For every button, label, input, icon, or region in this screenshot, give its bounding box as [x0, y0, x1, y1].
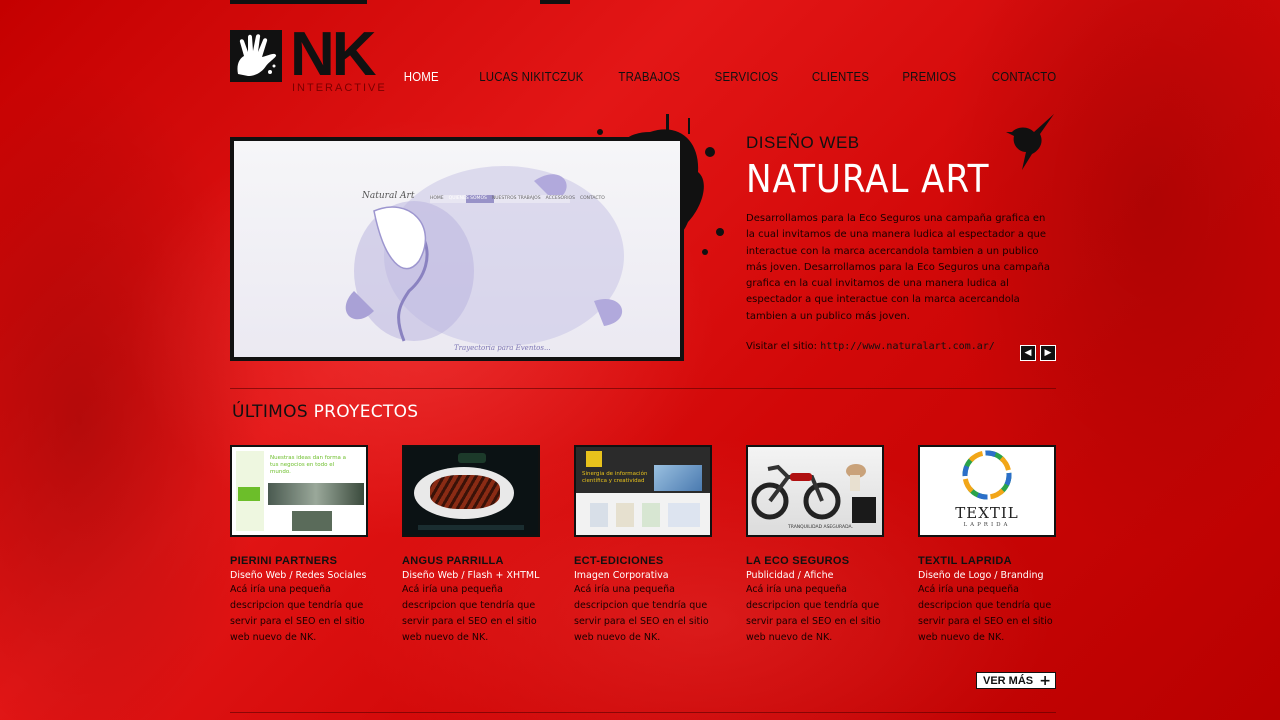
projects-grid: Nuestras ideas dan forma a tus negocios …: [230, 445, 1056, 646]
project-card: ANGUS PARRILLA Diseño Web / Flash + XHTM…: [402, 445, 540, 646]
pierini-thumb: Nuestras ideas dan forma a tus negocios …: [232, 447, 366, 535]
heading-part-b: PROYECTOS: [307, 402, 419, 422]
project-card: TRANQUILIDAD ASEGURADA. LA ECO SEGUROS P…: [746, 445, 884, 646]
see-more-label: VER MÁS: [983, 674, 1034, 687]
project-thumbnail[interactable]: [402, 445, 540, 537]
ect-thumb: Sinergia de información científica y cre…: [576, 447, 710, 535]
project-card: Sinergia de información científica y cre…: [574, 445, 712, 646]
logo[interactable]: NK INTERACTIVE: [230, 24, 385, 96]
project-name[interactable]: LA ECO SEGUROS: [746, 555, 884, 567]
plus-icon: +: [1039, 672, 1051, 689]
thumb-slogan: TRANQUILIDAD ASEGURADA.: [788, 525, 853, 530]
heading-part-a: ÚLTIMOS: [232, 402, 308, 422]
thumb-card: [642, 503, 660, 527]
preview-footer-text: Trayectoria para Eventos...: [454, 344, 551, 352]
preview-menu-item: QUIENES SOMOS: [448, 196, 487, 201]
project-thumbnail[interactable]: TEXTIL LAPRIDA: [918, 445, 1056, 537]
nav-clientes[interactable]: CLIENTES: [812, 69, 869, 84]
thumb-photo: [292, 511, 332, 531]
textil-logo-main: TEXTIL: [955, 504, 1019, 522]
thumb-nav: [418, 525, 524, 530]
angus-thumb: [404, 447, 538, 535]
thumb-books: [654, 465, 702, 491]
see-more-button[interactable]: VER MÁS +: [976, 672, 1056, 689]
thumb-tagline: Nuestras ideas dan forma a tus negocios …: [270, 455, 347, 475]
textil-logo-sub: LAPRIDA: [963, 522, 1011, 528]
natural-art-preview: Natural Art HOME QUIENES SOMOS NUESTROS …: [234, 141, 680, 357]
preview-menu: HOME QUIENES SOMOS NUESTROS TRABAJOS ACC…: [430, 196, 605, 201]
project-card: Nuestras ideas dan forma a tus negocios …: [230, 445, 368, 646]
nav-contacto[interactable]: CONTACTO: [991, 69, 1056, 84]
project-category: Diseño Web / Redes Sociales: [230, 570, 367, 581]
featured-details: DISEÑO WEB NATURAL ART Desarrollamos par…: [746, 133, 1056, 352]
featured-image[interactable]: Natural Art HOME QUIENES SOMOS NUESTROS …: [230, 137, 684, 361]
thumb-card: [590, 503, 608, 527]
project-thumbnail[interactable]: TRANQUILIDAD ASEGURADA.: [746, 445, 884, 537]
project-category: Diseño Web / Flash + XHTML: [402, 570, 540, 581]
thumb-photo-strip: [268, 483, 364, 505]
project-description: Acá iría una pequeña descripcion que ten…: [402, 584, 537, 643]
project-description: Acá iría una pequeña descripcion que ten…: [574, 584, 709, 643]
project-name[interactable]: ECT-EDICIONES: [574, 555, 712, 567]
main-nav: HOME LUCAS NIKITCZUK TRABAJOS SERVICIOS …: [373, 69, 1056, 84]
slider-controls: ◀ ▶: [1020, 345, 1056, 361]
next-arrow-icon[interactable]: ▶: [1040, 345, 1056, 361]
textil-thumb: TEXTIL LAPRIDA: [920, 447, 1054, 535]
thumb-logo-square: [586, 451, 602, 467]
nav-home[interactable]: HOME: [404, 69, 439, 84]
project-description: Acá iría una pequeña descripcion que ten…: [746, 584, 881, 643]
section-divider: [230, 388, 1056, 389]
top-accent-bar-small: [540, 0, 570, 4]
featured-title: NATURAL ART: [746, 157, 990, 201]
visit-label: Visitar el sitio:: [746, 341, 818, 353]
thumb-card: [668, 503, 700, 527]
project-card: TEXTIL LAPRIDA TEXTIL LAPRIDA Diseño de …: [918, 445, 1056, 646]
thumb-steak: [430, 475, 500, 509]
motorcycle-icon: [751, 464, 876, 523]
visit-url-link[interactable]: http://www.naturalart.com.ar/: [820, 341, 995, 352]
project-description: Acá iría una pequeña descripcion que ten…: [918, 584, 1053, 643]
logo-text: NK: [290, 20, 377, 89]
project-name[interactable]: PIERINI PARTNERS: [230, 555, 368, 567]
natural-art-artwork: [345, 166, 624, 346]
preview-menu-item: NUESTROS TRABAJOS: [491, 196, 541, 201]
thumb-green-box: [238, 487, 260, 501]
nav-servicios[interactable]: SERVICIOS: [714, 69, 778, 84]
project-category: Imagen Corporativa: [574, 570, 669, 581]
featured-description: Desarrollamos para la Eco Seguros una ca…: [746, 213, 1050, 322]
eco-thumb: TRANQUILIDAD ASEGURADA.: [748, 447, 882, 535]
hand-print-icon: [230, 30, 282, 82]
nav-lucas-nikitczuk[interactable]: LUCAS NIKITCZUK: [479, 69, 583, 84]
latest-projects-heading: ÚLTIMOS PROYECTOS: [232, 402, 418, 422]
thumb-tagline: Sinergia de información científica y cre…: [582, 471, 648, 484]
project-category: Publicidad / Afiche: [746, 570, 834, 581]
preview-menu-item: HOME: [430, 196, 444, 201]
prev-arrow-icon[interactable]: ◀: [1020, 345, 1036, 361]
footer-divider: [230, 712, 1056, 713]
preview-menu-item: ACCESORIOS: [545, 196, 575, 201]
project-thumbnail[interactable]: Sinergia de información científica y cre…: [574, 445, 712, 537]
top-accent-bar: [230, 0, 367, 4]
project-description: Acá iría una pequeña descripcion que ten…: [230, 584, 365, 643]
project-name[interactable]: ANGUS PARRILLA: [402, 555, 540, 567]
preview-site-name: Natural Art: [362, 191, 415, 201]
project-name[interactable]: TEXTIL LAPRIDA: [918, 555, 1056, 567]
project-thumbnail[interactable]: Nuestras ideas dan forma a tus negocios …: [230, 445, 368, 537]
thumb-card: [616, 503, 634, 527]
project-category: Diseño de Logo / Branding: [918, 570, 1044, 581]
nav-trabajos[interactable]: TRABAJOS: [618, 69, 680, 84]
page-container: NK INTERACTIVE HOME LUCAS NIKITCZUK TRAB…: [230, 0, 1056, 720]
featured-visit: Visitar el sitio: http://www.naturalart.…: [746, 341, 1056, 352]
preview-menu-item: CONTACTO: [579, 196, 605, 201]
thumb-logo: [458, 453, 486, 463]
nav-premios[interactable]: PREMIOS: [903, 69, 957, 84]
featured-category: DISEÑO WEB: [746, 133, 860, 152]
